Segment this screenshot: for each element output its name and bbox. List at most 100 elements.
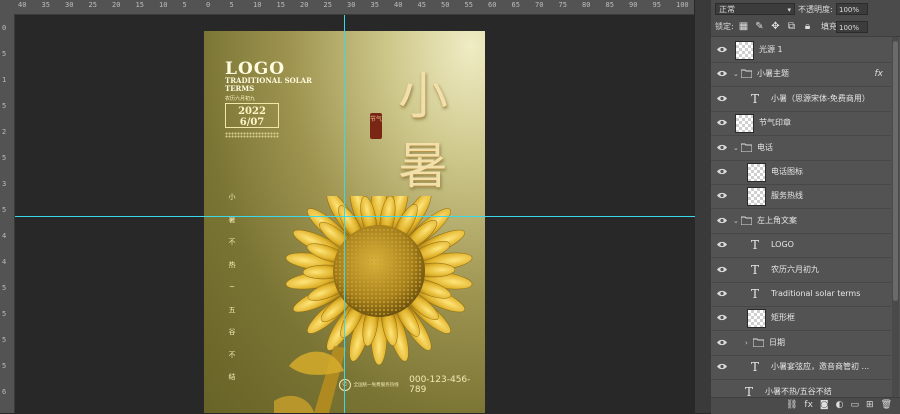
visibility-eye-icon[interactable] [717, 119, 727, 126]
ruler-tick-label: 30 [65, 1, 74, 9]
expand-chevron-icon[interactable]: ⌄ [733, 135, 739, 161]
layer-row[interactable]: 电话图标 [711, 159, 891, 185]
layers-scrollbar[interactable] [892, 37, 899, 397]
horizontal-guide[interactable] [15, 216, 695, 217]
ruler-tick-label: 100 [676, 1, 689, 9]
lock-transparent-icon[interactable]: ▦ [737, 20, 750, 33]
link-icon[interactable]: ⛓ [786, 400, 797, 410]
ruler-tick-label: 25 [323, 1, 332, 9]
expand-chevron-icon[interactable]: ⌄ [733, 208, 739, 234]
opacity-input[interactable]: 100% [836, 3, 868, 15]
fill-input[interactable]: 100% [836, 21, 868, 33]
layer-name: 节气印章 [759, 118, 791, 128]
layer-name: 服务热线 [771, 191, 803, 201]
vertical-char: 热 [228, 260, 236, 269]
visibility-eye-icon[interactable] [717, 241, 727, 248]
fx-icon[interactable]: fx [804, 400, 813, 410]
vertical-char: 五 [228, 305, 236, 314]
left-ruler[interactable]: 0 5 1 5 2 5 3 5 4 4 5 5 5 5 6 [0, 14, 15, 413]
ruler-tick-label: 5 [2, 102, 7, 110]
poster-date-box: 2022 6/07 [225, 103, 279, 128]
text-layer-icon: T [751, 360, 760, 375]
layer-row[interactable]: T 小暑宴弦应，邀音商管初 ... [711, 354, 891, 381]
lock-row: 锁定: ▦ ✎ ✥ ⧉ 🔒︎ 填充: [711, 18, 900, 37]
folder-icon [753, 338, 764, 347]
layer-row[interactable]: ⌄ 电话 [711, 135, 891, 161]
expand-chevron-icon[interactable]: › [745, 330, 748, 356]
lock-all-icon[interactable]: 🔒︎ [801, 20, 814, 33]
layer-name: 电话图标 [771, 167, 803, 176]
scroll-thumb[interactable] [893, 41, 898, 301]
ruler-tick-label: 55 [464, 1, 473, 9]
layer-row[interactable]: T Traditional solar terms [711, 281, 891, 307]
visibility-eye-icon[interactable] [717, 363, 727, 370]
lock-position-icon[interactable]: ✥ [769, 20, 782, 33]
text-layer-icon: T [751, 262, 760, 277]
layer-row[interactable]: 节气印章 [711, 110, 891, 137]
layer-row[interactable]: T LOGO [711, 232, 891, 259]
layer-row[interactable]: 服务热线 [711, 183, 891, 210]
vertical-char: ~ [229, 283, 235, 291]
layers-bottom-bar: ⛓ fx ◙ ◐ ▭ ⊞ 🗑︎ [711, 397, 900, 414]
ruler-tick-label: 1 [2, 76, 7, 84]
visibility-eye-icon[interactable] [717, 144, 727, 151]
visibility-eye-icon[interactable] [717, 46, 727, 53]
adjustment-icon[interactable]: ◐ [836, 400, 844, 410]
phone-label: 全国统一免费服务热线 [353, 383, 399, 388]
ruler-tick-label: 2 [2, 128, 7, 136]
visibility-eye-icon[interactable] [717, 70, 727, 77]
ruler-tick-label: 15 [135, 1, 144, 9]
ruler-tick-label: 5 [2, 50, 7, 58]
new-group-icon[interactable]: ▭ [851, 400, 860, 410]
layer-row[interactable]: 矩形框 [711, 305, 891, 332]
visibility-eye-icon[interactable] [717, 192, 727, 199]
mask-icon[interactable]: ◙ [820, 400, 829, 410]
phone-block: ✆ 全国统一免费服务热线 000-123-456-789 [339, 375, 485, 395]
top-ruler[interactable]: 40 35 30 25 20 15 10 5 0 5 10 15 20 25 30 35 40 45 50 55 60 6… [0, 0, 694, 15]
layer-fx-icon[interactable]: fx [875, 61, 884, 87]
ruler-tick-label: 5 [229, 1, 234, 9]
blend-row: 正常 ▾ 不透明度: 100% [711, 0, 900, 19]
lock-icons: ▦ ✎ ✥ ⧉ 🔒︎ [737, 20, 814, 33]
layer-name: 小暑主题 [757, 69, 789, 79]
layer-row[interactable]: T 小暑（思源宋体-免费商用） [711, 86, 891, 112]
layer-name: 光源 1 [759, 45, 783, 54]
ruler-tick-label: 90 [629, 1, 638, 9]
ruler-tick-label: 5 [2, 206, 7, 214]
opacity-label: 不透明度: [798, 5, 833, 14]
layer-thumbnail [735, 114, 754, 134]
layer-row[interactable]: ⌄ 左上角文案 [711, 208, 891, 234]
visibility-eye-icon[interactable] [717, 339, 727, 346]
trash-icon[interactable]: 🗑︎ [881, 400, 892, 410]
lock-artboard-icon[interactable]: ⧉ [785, 20, 798, 33]
visibility-eye-icon[interactable] [717, 266, 727, 273]
blend-mode-select[interactable]: 正常 ▾ [715, 3, 795, 15]
visibility-eye-icon[interactable] [717, 168, 727, 175]
visibility-eye-icon[interactable] [717, 290, 727, 297]
lock-paint-icon[interactable]: ✎ [753, 20, 766, 33]
ruler-tick-label: 5 [2, 362, 7, 370]
layers-list: 光源 1 ⌄ 小暑主题 fx T 小暑（思源宋体-免费商用） 节气印章 ⌄ 电话 电话图标 服务热线… [711, 37, 891, 405]
visibility-eye-icon[interactable] [717, 95, 727, 102]
layer-name: 小暑（思源宋体-免费商用） [771, 93, 870, 103]
layer-row[interactable]: ⌄ 小暑主题 fx [711, 61, 891, 88]
vertical-char: 小 [228, 193, 236, 201]
folder-icon [741, 143, 752, 152]
layer-row[interactable]: › 日期 [711, 330, 891, 356]
ruler-tick-label: 0 [2, 24, 7, 32]
vertical-char: 暑 [228, 215, 236, 224]
vertical-guide[interactable] [344, 15, 345, 413]
ruler-tick-label: 10 [159, 1, 168, 9]
ruler-tick-label: 5 [2, 284, 7, 292]
folder-icon [741, 69, 752, 79]
layer-name: LOGO [771, 240, 794, 250]
layer-row[interactable]: T 农历六月初九 [711, 257, 891, 283]
visibility-eye-icon[interactable] [717, 217, 727, 224]
layer-row[interactable]: 光源 1 [711, 37, 891, 63]
new-layer-icon[interactable]: ⊞ [866, 400, 874, 410]
ruler-tick-label: 95 [652, 1, 661, 9]
poster-title-line2: 暑 [398, 137, 448, 195]
expand-chevron-icon[interactable]: ⌄ [733, 61, 739, 87]
ruler-tick-label: 40 [18, 1, 27, 9]
visibility-eye-icon[interactable] [717, 314, 727, 321]
